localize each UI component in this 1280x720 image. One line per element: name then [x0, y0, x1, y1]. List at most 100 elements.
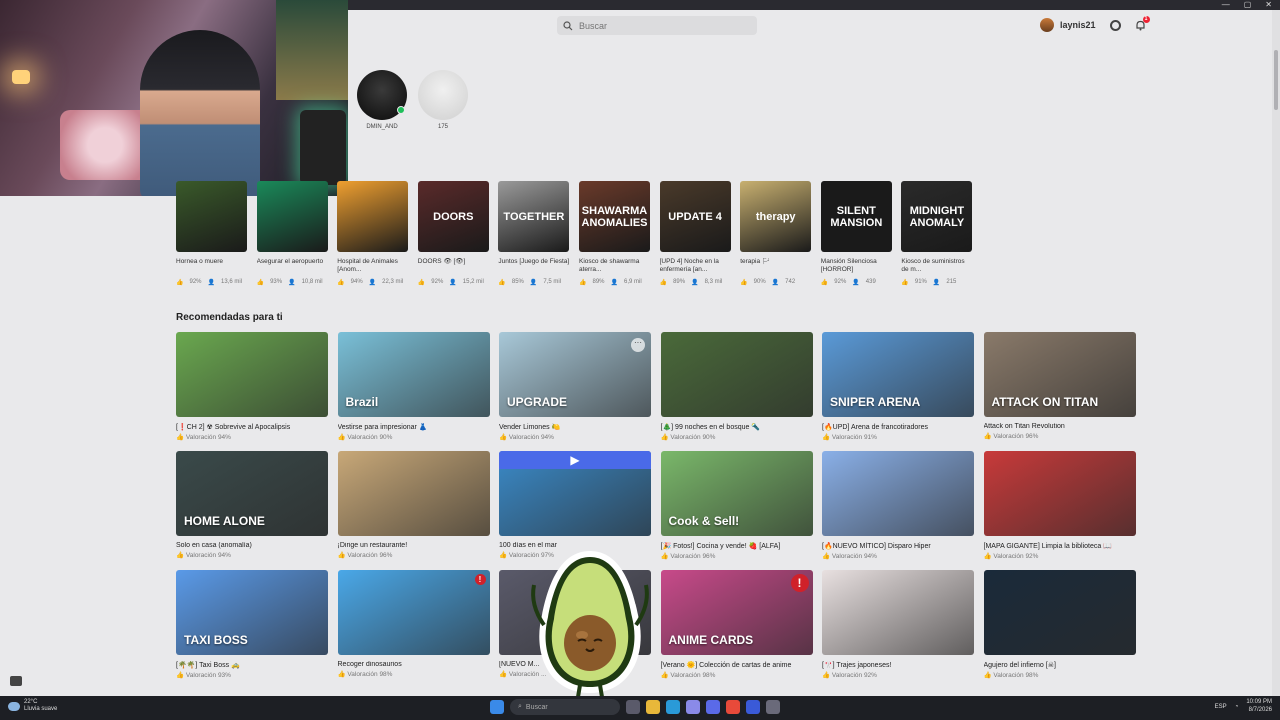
maximize-button[interactable]: ▢	[1244, 0, 1252, 10]
game-tile[interactable]: Asegurar el aeropuerto 👍 93% 👤 10,8 mil	[256, 181, 328, 286]
scrollbar-thumb[interactable]	[1274, 50, 1278, 110]
rating: 93%	[270, 279, 283, 285]
file-explorer-icon[interactable]	[646, 700, 660, 714]
thumbs-up-icon: 👍	[983, 553, 994, 560]
game-tile[interactable]: SILENT MANSION Mansión Silenciosa [HORROR…	[820, 181, 892, 286]
game-thumbnail: Cook & Sell!	[660, 451, 813, 536]
players: 15,2 mil	[462, 279, 484, 285]
game-thumbnail	[822, 451, 974, 536]
game-tile[interactable]: Hornea o muere 👍 92% 👤 13,6 mil	[176, 181, 247, 286]
chrome-icon[interactable]	[726, 700, 740, 714]
game-card[interactable]: ATTACK ON TITAN Attack on Titan Revolutio…	[983, 332, 1136, 440]
thumbs-up-icon: 👍	[822, 672, 832, 679]
game-title: [🎌] Trajes japoneses!	[822, 662, 892, 669]
game-title: ¡Dirige un restaurante!	[337, 542, 408, 549]
game-stats: 👍 92% 👤 13,6 mil	[176, 279, 247, 286]
game-card[interactable]: Agujero del infierno [☠] 👍 Valoración 98%	[983, 570, 1136, 679]
game-title: Kiosco de shawarma aterra...	[579, 258, 640, 274]
game-card[interactable]: HOME ALONE Solo en casa (anomalía) 👍 Valor…	[176, 451, 328, 559]
game-tile[interactable]: Hospital de Animales [Anom... 👍 94% 👤 22,3 m…	[337, 181, 409, 286]
windows-start-icon[interactable]	[490, 700, 504, 714]
friend-item[interactable]: 175	[417, 70, 469, 130]
gear-icon[interactable]	[1109, 19, 1121, 31]
players-icon: 👤	[288, 280, 296, 286]
game-thumbnail	[176, 181, 247, 252]
thumbs-up-icon: 👍	[176, 434, 186, 441]
game-thumbnail	[822, 570, 974, 655]
notifications-button[interactable]: 1	[1135, 15, 1150, 31]
thumbs-up-icon: 👍	[822, 553, 832, 560]
game-thumbnail	[256, 181, 328, 252]
game-tile[interactable]: therapy terapia 🏳 👍 90% 👤 742	[740, 181, 812, 286]
game-tile[interactable]: UPDATE 4 [UPD 4] Noche en la enfermería […	[659, 181, 731, 286]
game-rating: 👍 Valoración 94%	[822, 552, 974, 560]
friend-item[interactable]: DMIN_AND	[356, 70, 408, 130]
game-tile[interactable]: TOGETHER Juntos [Juego de Fiesta] 👍 85% 👤 7,5…	[498, 181, 570, 286]
game-card[interactable]: [❗CH 2] ☢ Sobrevive al Apocalipsis 👍 Valo…	[176, 332, 328, 441]
username[interactable]: laynis21	[1060, 20, 1096, 30]
game-thumbnail: MIDNIGHT ANOMALY	[901, 181, 973, 252]
game-card[interactable]: UPGRADE ··· Vender Limones 🍋 👍 Valoración 9…	[499, 332, 651, 441]
game-card[interactable]: ANIME CARDS! [Verano 🌞] Colección de cart…	[660, 570, 813, 679]
game-card[interactable]: [🎄] 99 noches en el bosque 🔦 👍 Valoración…	[660, 332, 813, 441]
game-stats: 👍 85% 👤 7,5 mil	[498, 279, 569, 286]
game-tile[interactable]: SHAWARMA ANOMALIES Kiosco de shawarma ate…	[579, 181, 650, 286]
game-card[interactable]: Cook & Sell! [🎉 Fotos!] Cocina y vende! 🍓…	[660, 451, 813, 560]
game-card[interactable]: TAXI BOSS [🌴🌴] Taxi Boss 🚕 👍 Valoración 93…	[176, 570, 328, 679]
game-rating: 👍 Valoración 96%	[984, 432, 1136, 440]
lang-indicator[interactable]: ESP	[1215, 704, 1227, 710]
search-bar[interactable]	[557, 16, 757, 35]
search-input[interactable]	[579, 20, 749, 31]
game-thumbnail	[176, 332, 328, 417]
roblox-icon[interactable]	[746, 700, 760, 714]
settings-icon[interactable]	[766, 700, 780, 714]
game-title: [🔥UPD] Arena de francotiradores	[822, 424, 928, 431]
clock[interactable]: 10:09 PM 8/7/2026	[1246, 699, 1272, 715]
play-banner[interactable]: ▶	[499, 451, 651, 469]
task-view-icon[interactable]	[626, 700, 640, 714]
wifi-icon[interactable]: ◔	[1235, 704, 1239, 710]
game-card[interactable]: ! Recoger dinosaurios 👍 Valoración 98%	[337, 570, 490, 678]
game-title: [🎄] 99 noches en el bosque 🔦	[660, 424, 761, 431]
game-rating: 👍 Valoración 94%	[176, 551, 328, 559]
players: 742	[785, 279, 796, 285]
recommended-section-title: Recomendadas para ti	[176, 312, 283, 323]
rating-text: Valoración 94%	[185, 552, 231, 559]
thumb-text: DOORS	[433, 210, 474, 223]
taskbar-search[interactable]: ⌕ Buscar	[510, 699, 620, 715]
close-button[interactable]: ✕	[1265, 0, 1272, 10]
rating-text: Valoración 90%	[670, 434, 716, 441]
game-thumbnail: DOORS	[417, 181, 489, 252]
game-rating: 👍 Valoración 92%	[822, 671, 974, 679]
edge-browser-icon[interactable]	[666, 700, 680, 714]
players-icon: 👤	[529, 280, 538, 286]
game-thumbnail	[660, 332, 813, 417]
game-card[interactable]: [MAPA GIGANTE] Limpia la biblioteca 📖 👍 V…	[983, 451, 1136, 560]
discord-icon[interactable]	[706, 700, 720, 714]
game-tile[interactable]: DOORS DOORS 👁 [👁] 👍 92% 👤 15,2 mil	[417, 181, 489, 286]
avatar[interactable]	[1040, 18, 1054, 32]
game-title: [MAPA GIGANTE] Limpia la biblioteca 📖	[983, 543, 1112, 550]
game-tile[interactable]: MIDNIGHT ANOMALY Kiosco de suministros de…	[901, 181, 973, 286]
players: 8,3 mil	[704, 279, 723, 285]
store-icon[interactable]	[686, 700, 700, 714]
weather-widget[interactable]: 22°C Lluvia suave	[8, 699, 57, 713]
game-card[interactable]: ¡Dirige un restaurante! 👍 Valoración 96%	[337, 451, 490, 559]
players: 6,9 mil	[623, 279, 642, 285]
players: 13,6 mil	[220, 279, 242, 285]
minimize-button[interactable]: —	[1222, 0, 1230, 10]
game-card[interactable]: [🎌] Trajes japoneses! 👍 Valoración 92%	[822, 570, 974, 679]
page-scrollbar[interactable]	[1272, 10, 1280, 696]
thumbs-up-icon: 👍	[983, 433, 994, 440]
game-title: [🌴🌴] Taxi Boss 🚕	[176, 662, 240, 669]
game-card[interactable]: ▶ 100 días en el mar 👍 Valoración 97%	[499, 451, 651, 559]
thumbs-up-icon: 👍	[498, 280, 506, 286]
thumbs-up-icon: 👍	[820, 280, 829, 286]
more-options-icon[interactable]: ···	[631, 338, 645, 352]
thumb-text: UPDATE 4	[668, 210, 722, 223]
game-card[interactable]: SNIPER ARENA [🔥UPD] Arena de francotirado…	[822, 332, 974, 441]
rating-text: Valoración 94%	[508, 434, 554, 441]
game-card[interactable]: Brazil Vestirse para impresionar 👗 👍 Valor…	[337, 332, 490, 441]
game-title: [🔥NUEVO MÍTICO] Disparo Hiper	[822, 543, 931, 550]
game-card[interactable]: [🔥NUEVO MÍTICO] Disparo Hiper 👍 Valoració…	[822, 451, 974, 560]
